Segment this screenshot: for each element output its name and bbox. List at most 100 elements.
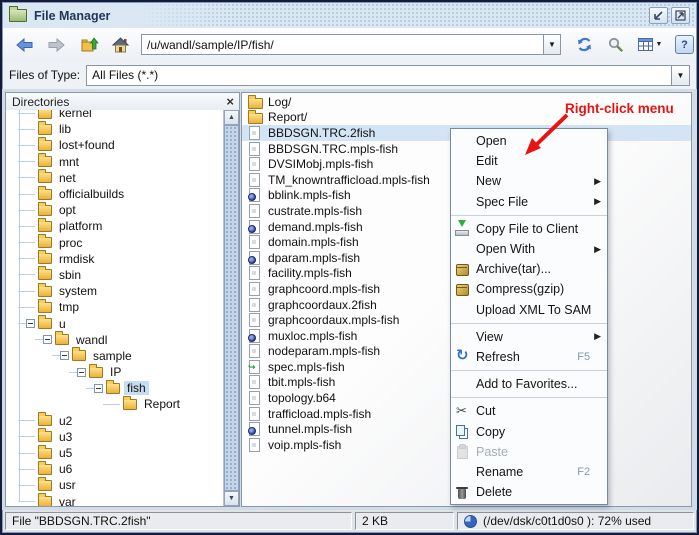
folder-icon bbox=[38, 415, 52, 426]
tree-item[interactable]: kernel bbox=[6, 110, 224, 121]
tree-item[interactable]: sample bbox=[6, 348, 224, 364]
address-input[interactable] bbox=[141, 34, 543, 55]
tree-item[interactable]: platform bbox=[6, 218, 224, 234]
menu-item[interactable]: Add to Favorites... ▶ bbox=[451, 374, 607, 394]
tree-expander-icon[interactable] bbox=[26, 287, 35, 296]
tree-item[interactable]: u6 bbox=[6, 461, 224, 477]
tree-connector bbox=[52, 351, 60, 360]
tree-expander-icon[interactable] bbox=[26, 416, 35, 425]
tree-item[interactable]: usr bbox=[6, 477, 224, 493]
tree-expander-icon[interactable] bbox=[26, 157, 35, 166]
tree-expander-icon[interactable] bbox=[60, 351, 69, 360]
tree-item[interactable]: lost+found bbox=[6, 137, 224, 153]
folder-icon bbox=[38, 110, 52, 119]
scroll-up-button[interactable]: ▲ bbox=[224, 110, 239, 125]
menu-item-icon bbox=[454, 220, 473, 237]
tree-expander-icon[interactable] bbox=[26, 432, 35, 441]
tree-expander-icon[interactable] bbox=[111, 400, 120, 409]
tree-expander-icon[interactable] bbox=[26, 141, 35, 150]
menu-item[interactable]: Open With ▶ bbox=[451, 239, 607, 259]
tree-item[interactable]: rmdisk bbox=[6, 251, 224, 267]
tree-expander-icon[interactable] bbox=[43, 335, 52, 344]
files-of-type-combobox[interactable]: All Files (*.*) ▼ bbox=[86, 65, 690, 86]
menu-item[interactable]: Archive(tar)... ▶ bbox=[451, 259, 607, 279]
menu-item[interactable]: New ▶ bbox=[451, 171, 607, 191]
tree-expander-icon[interactable] bbox=[26, 110, 35, 118]
tree-expander-icon[interactable] bbox=[94, 384, 103, 393]
tree-item[interactable]: u5 bbox=[6, 445, 224, 461]
maximize-window-button[interactable] bbox=[671, 7, 690, 24]
tree-item-label: sbin bbox=[56, 268, 84, 282]
tree-expander-icon[interactable] bbox=[26, 449, 35, 458]
tree-expander-icon[interactable] bbox=[26, 222, 35, 231]
tree-expander-icon[interactable] bbox=[26, 270, 35, 279]
tree-expander-icon[interactable] bbox=[26, 190, 35, 199]
tree-item[interactable]: lib bbox=[6, 121, 224, 137]
tree-item[interactable]: u bbox=[6, 315, 224, 331]
files-of-type-dropdown-button[interactable]: ▼ bbox=[671, 66, 689, 85]
tree-expander-icon[interactable] bbox=[26, 206, 35, 215]
restore-window-button[interactable] bbox=[649, 7, 668, 24]
menu-item-label: View bbox=[476, 330, 503, 344]
scroll-down-button[interactable]: ▼ bbox=[224, 491, 239, 506]
menu-item-icon bbox=[454, 153, 473, 170]
home-button[interactable] bbox=[111, 36, 129, 54]
menu-item[interactable]: View ▶ bbox=[451, 327, 607, 347]
scrollbar-thumb[interactable] bbox=[224, 125, 239, 491]
menu-item[interactable]: Refresh F5 ▶ bbox=[451, 347, 607, 367]
tree-expander-icon[interactable] bbox=[26, 465, 35, 474]
tree-expander-icon[interactable] bbox=[26, 125, 35, 134]
tree-item[interactable]: sbin bbox=[6, 267, 224, 283]
tree-item[interactable]: IP bbox=[6, 364, 224, 380]
folder-icon bbox=[38, 253, 52, 264]
tree-connector bbox=[18, 222, 26, 231]
file-name: facility.mpls-fish bbox=[268, 266, 352, 280]
menu-item[interactable]: Delete ▶ bbox=[451, 482, 607, 502]
menu-item[interactable]: Rename F2 ▶ bbox=[451, 462, 607, 482]
tree-item[interactable]: wandl bbox=[6, 332, 224, 348]
search-button[interactable] bbox=[607, 36, 625, 54]
refresh-button[interactable] bbox=[575, 36, 593, 54]
tree-item[interactable]: opt bbox=[6, 202, 224, 218]
menu-item-label: Spec File bbox=[476, 195, 528, 209]
tree-expander-icon[interactable] bbox=[26, 303, 35, 312]
menu-item[interactable]: Cut ▶ bbox=[451, 401, 607, 421]
tree-expander-icon[interactable] bbox=[26, 481, 35, 490]
menu-item[interactable]: Spec File ▶ bbox=[451, 192, 607, 212]
views-button[interactable]: ▼ bbox=[637, 36, 663, 54]
menu-item: Paste ▶ bbox=[451, 442, 607, 462]
tree-item[interactable]: system bbox=[6, 283, 224, 299]
menu-item[interactable]: Copy File to Client ▶ bbox=[451, 219, 607, 239]
tree-item[interactable]: net bbox=[6, 170, 224, 186]
tree-expander-icon[interactable] bbox=[26, 497, 35, 506]
tree-item[interactable]: proc bbox=[6, 235, 224, 251]
tree-item[interactable]: fish bbox=[6, 380, 224, 396]
menu-item[interactable]: Upload XML To SAM ▶ bbox=[451, 300, 607, 320]
back-button[interactable] bbox=[15, 36, 33, 54]
tree-expander-icon[interactable] bbox=[26, 254, 35, 263]
tree-expander-icon[interactable] bbox=[26, 173, 35, 182]
tree-item[interactable]: u2 bbox=[6, 413, 224, 429]
tree-item[interactable]: var bbox=[6, 494, 224, 507]
tree-item[interactable]: officialbuilds bbox=[6, 186, 224, 202]
help-button[interactable]: ? bbox=[675, 35, 694, 54]
tree-item-label: var bbox=[56, 495, 79, 506]
tree-item[interactable]: Report bbox=[6, 396, 224, 412]
tree-connector bbox=[35, 335, 43, 344]
tree-item[interactable]: tmp bbox=[6, 299, 224, 315]
up-directory-button[interactable] bbox=[81, 36, 99, 54]
address-dropdown-button[interactable]: ▼ bbox=[543, 34, 561, 55]
forward-button[interactable] bbox=[47, 36, 65, 54]
file-name: domain.mpls-fish bbox=[268, 235, 359, 249]
menu-item[interactable]: Compress(gzip) ▶ bbox=[451, 279, 607, 299]
tree-expander-icon[interactable] bbox=[26, 238, 35, 247]
menu-item-label: Refresh bbox=[476, 350, 520, 364]
tree-expander-icon[interactable] bbox=[77, 368, 86, 377]
tree-item-label: usr bbox=[56, 478, 79, 492]
tree-item-label: u6 bbox=[56, 462, 75, 476]
tree-item[interactable]: mnt bbox=[6, 154, 224, 170]
close-panel-icon[interactable]: × bbox=[226, 97, 234, 107]
tree-expander-icon[interactable] bbox=[26, 319, 35, 328]
menu-item[interactable]: Copy ▶ bbox=[451, 421, 607, 441]
tree-item[interactable]: u3 bbox=[6, 429, 224, 445]
